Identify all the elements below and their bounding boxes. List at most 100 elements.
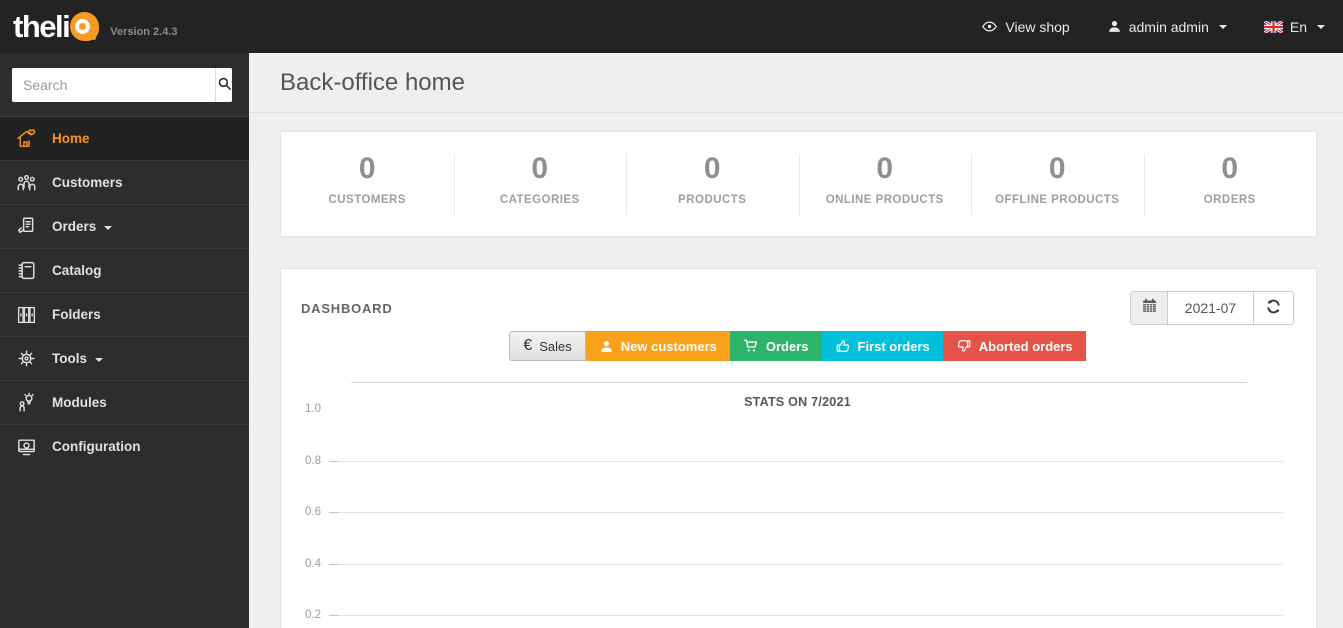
sidebar-item-catalog[interactable]: Catalog xyxy=(0,248,249,292)
sidebar-item-configuration[interactable]: Configuration xyxy=(0,424,249,468)
stat-orders: 0 ORDERS xyxy=(1143,132,1317,236)
user-menu[interactable]: admin admin xyxy=(1107,19,1227,35)
page-header: Back-office home xyxy=(249,53,1343,113)
main-content: Back-office home 0 CUSTOMERS 0 CATEGORIE… xyxy=(249,53,1343,628)
sidebar-item-home[interactable]: Home xyxy=(0,116,249,160)
chevron-down-icon xyxy=(1317,24,1325,29)
stat-categories: 0 CATEGORIES xyxy=(453,132,627,236)
tools-icon xyxy=(13,347,40,370)
sidebar-menu: Home Customers Orders Catalog Folders To… xyxy=(0,116,249,468)
stat-online-products: 0 ONLINE PRODUCTS xyxy=(798,132,972,236)
orders-icon xyxy=(13,215,40,238)
y-tick-label: 0.8 xyxy=(305,454,321,467)
stat-customers: 0 CUSTOMERS xyxy=(281,132,454,236)
stat-label: CATEGORIES xyxy=(499,194,580,206)
folders-icon xyxy=(13,303,40,326)
y-tick-label: 1.0 xyxy=(305,403,321,415)
y-axis-tick: 0.2 xyxy=(301,609,1294,621)
stat-value: 0 xyxy=(531,152,549,185)
sidebar-item-modules[interactable]: Modules xyxy=(0,380,249,424)
y-axis-tick: 0.6 xyxy=(301,506,1294,518)
stat-label: CUSTOMERS xyxy=(328,194,406,206)
chart-top-border xyxy=(351,382,1247,383)
topbar: theli Version 2.4.3 View shop admin admi… xyxy=(0,0,1343,53)
chevron-down-icon xyxy=(95,357,103,362)
y-tick-label: 0.6 xyxy=(305,506,321,518)
refresh-button[interactable] xyxy=(1254,291,1294,325)
grid-line xyxy=(329,563,1283,565)
stat-value: 0 xyxy=(1048,152,1066,185)
grid-line xyxy=(329,512,1283,513)
search-icon xyxy=(216,75,232,95)
chart-toggle-sales[interactable]: € Sales xyxy=(509,331,586,361)
month-picker xyxy=(1130,291,1294,325)
modules-icon xyxy=(13,391,40,414)
dashboard-title: DASHBOARD xyxy=(301,300,393,316)
sidebar-item-tools[interactable]: Tools xyxy=(0,336,249,380)
calendar-addon[interactable] xyxy=(1130,291,1168,325)
month-input[interactable] xyxy=(1168,291,1254,325)
grid-line xyxy=(329,615,1283,616)
brand-logo: theli Version 2.4.3 xyxy=(13,11,178,42)
uk-flag-icon xyxy=(1263,20,1283,33)
stats-chart: STATS ON 7/2021 1.0 0.8 0.6 0.4 0.2 xyxy=(301,382,1294,628)
topbar-right: View shop admin admin En xyxy=(981,18,1325,35)
user-name: admin admin xyxy=(1128,18,1209,35)
chart-toggle-new-customers[interactable]: New customers xyxy=(585,331,730,361)
view-shop-link[interactable]: View shop xyxy=(981,18,1070,35)
chevron-down-icon xyxy=(1218,24,1227,29)
euro-icon: € xyxy=(523,337,533,354)
sidebar: Home Customers Orders Catalog Folder xyxy=(0,53,249,628)
cart-icon xyxy=(743,338,759,354)
stat-value: 0 xyxy=(876,152,894,185)
user-icon xyxy=(1107,19,1122,34)
chart-series-toolbar: € Sales New customers Orders First order… xyxy=(301,331,1294,361)
logo-text: theli xyxy=(13,9,71,44)
grid-line xyxy=(329,460,1283,462)
customers-icon xyxy=(13,171,40,194)
eye-icon xyxy=(981,18,998,35)
refresh-icon xyxy=(1265,298,1282,318)
home-icon xyxy=(13,127,40,150)
version-label: Version 2.4.3 xyxy=(110,25,178,38)
sidebar-item-customers[interactable]: Customers xyxy=(0,160,249,204)
sidebar-item-folders[interactable]: Folders xyxy=(0,292,249,336)
search-button[interactable] xyxy=(215,68,232,102)
y-axis-tick: 0.8 xyxy=(301,455,1294,467)
catalog-icon xyxy=(13,259,40,282)
chart-title: STATS ON 7/2021 xyxy=(744,395,851,409)
stat-label: PRODUCTS xyxy=(678,194,747,206)
stat-value: 0 xyxy=(1221,152,1239,185)
search-input[interactable] xyxy=(12,68,215,102)
logo-accent-a xyxy=(70,12,100,41)
stat-offline-products: 0 OFFLINE PRODUCTS xyxy=(971,132,1144,236)
y-tick-label: 0.2 xyxy=(305,609,321,621)
view-shop-label: View shop xyxy=(1005,18,1070,35)
sidebar-item-orders[interactable]: Orders xyxy=(0,204,249,248)
dashboard-header: DASHBOARD xyxy=(301,291,1294,325)
stat-value: 0 xyxy=(703,152,721,185)
language-menu[interactable]: En xyxy=(1263,18,1325,35)
y-tick-label: 0.4 xyxy=(305,557,321,570)
page-title: Back-office home xyxy=(280,68,465,96)
user-icon xyxy=(599,339,614,354)
y-axis-tick: 0.4 xyxy=(301,558,1294,570)
stats-panel: 0 CUSTOMERS 0 CATEGORIES 0 PRODUCTS 0 ON… xyxy=(280,131,1317,237)
chart-toggle-first-orders[interactable]: First orders xyxy=(821,331,943,361)
thumb-down-icon xyxy=(956,338,972,354)
dashboard-panel: DASHBOARD € Sales New customers xyxy=(280,268,1317,628)
sidebar-search xyxy=(12,68,232,102)
chart-toggle-orders[interactable]: Orders xyxy=(729,331,822,361)
calendar-icon xyxy=(1141,297,1158,319)
stat-value: 0 xyxy=(358,152,376,185)
stat-label: ORDERS xyxy=(1203,194,1256,206)
y-axis-tick: 1.0 xyxy=(301,403,1294,415)
stat-label: ONLINE PRODUCTS xyxy=(825,194,944,206)
configuration-icon xyxy=(13,435,40,458)
chart-toggle-aborted-orders[interactable]: Aborted orders xyxy=(942,331,1086,361)
chevron-down-icon xyxy=(104,225,113,230)
language-label: En xyxy=(1289,18,1307,35)
thumb-up-icon xyxy=(835,338,851,354)
stat-products: 0 PRODUCTS xyxy=(626,132,799,236)
stat-label: OFFLINE PRODUCTS xyxy=(995,194,1120,206)
